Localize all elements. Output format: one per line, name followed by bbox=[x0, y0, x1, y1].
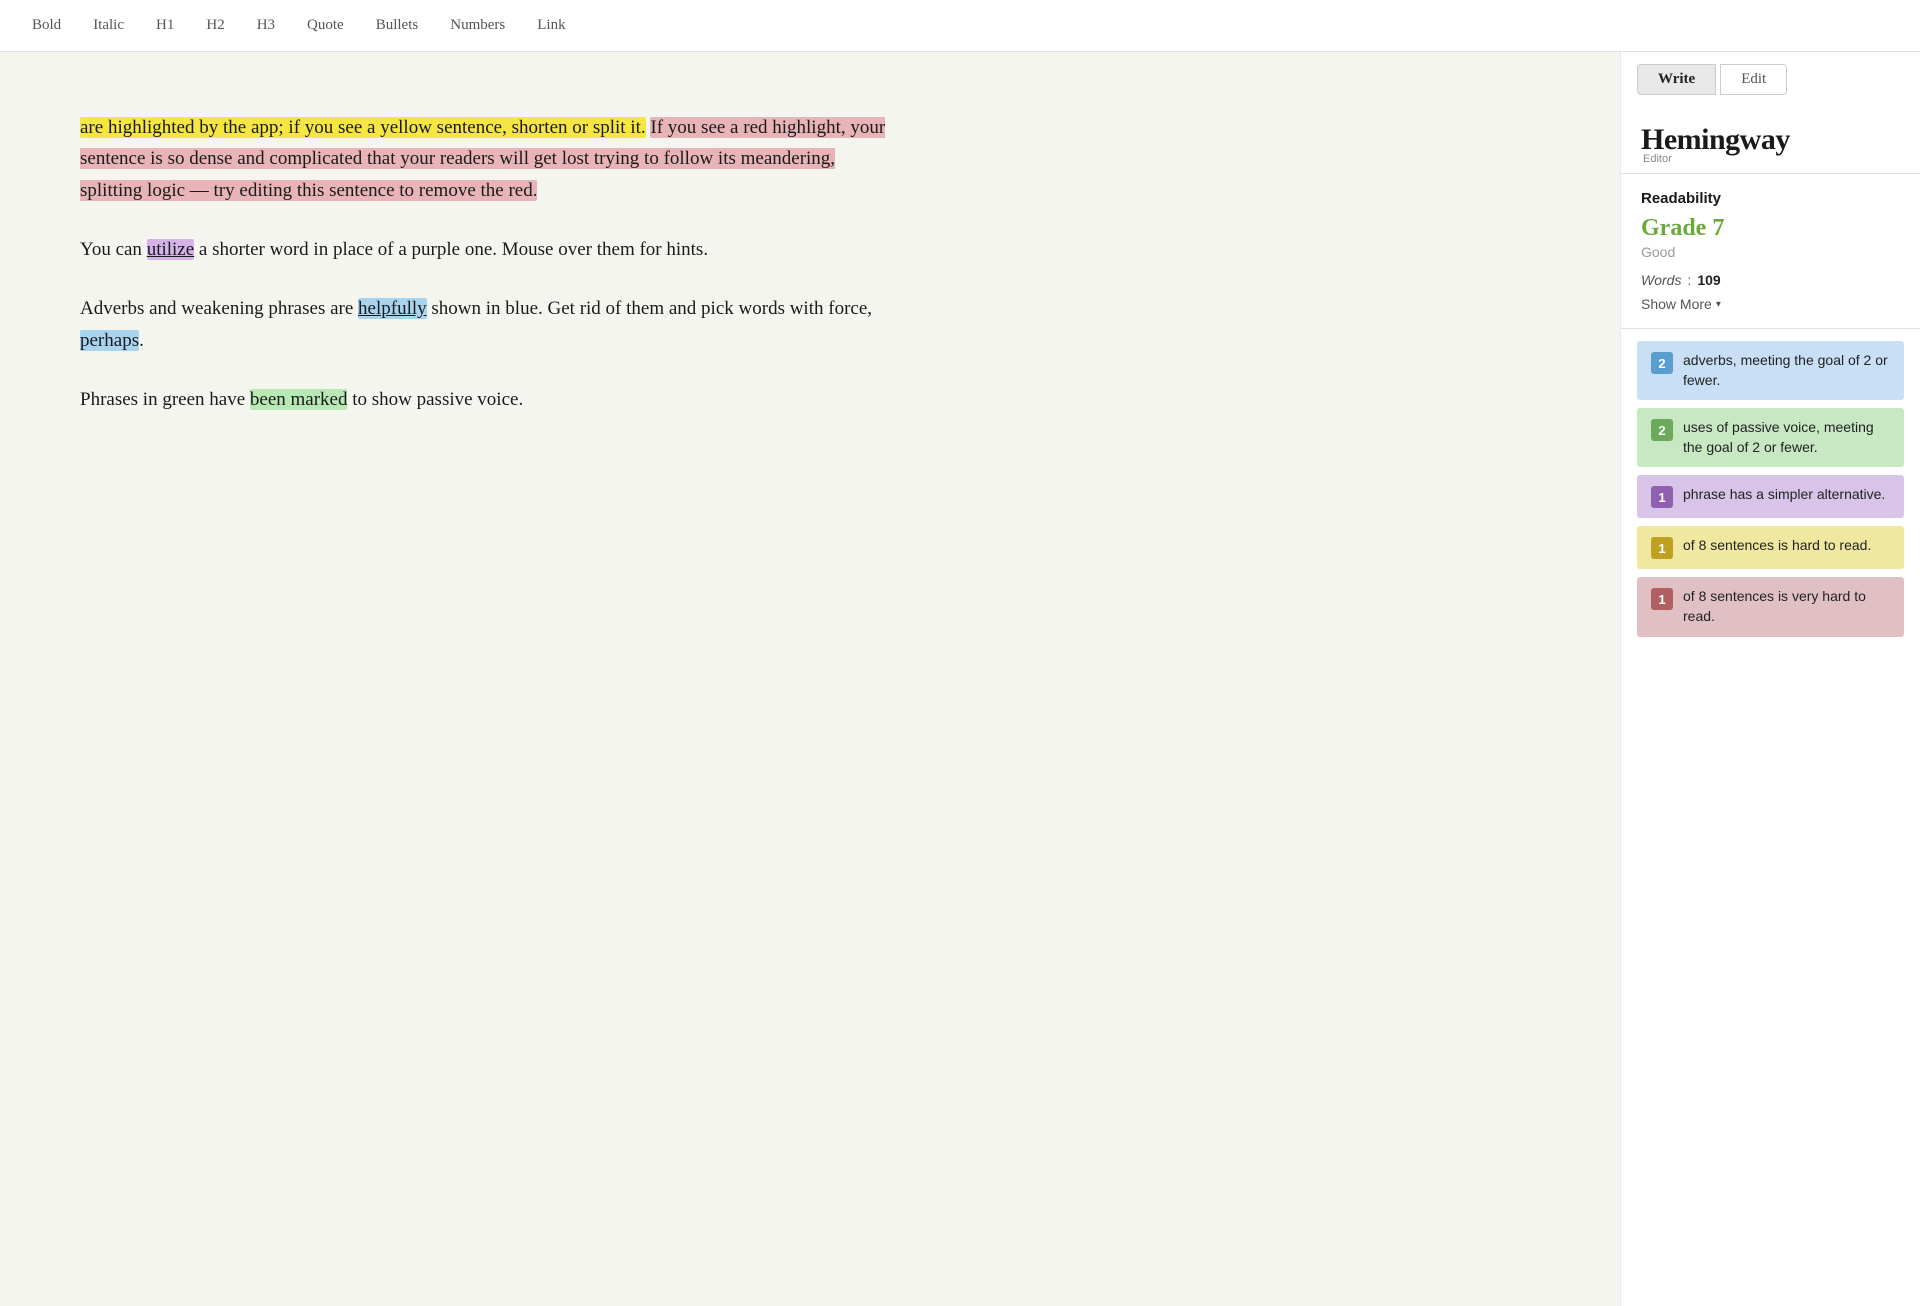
para1-yellow-highlight: are highlighted by the app; if you see a… bbox=[80, 117, 646, 138]
grade-quality: Good bbox=[1641, 244, 1900, 260]
stat-badge-adverbs: 2 bbox=[1651, 352, 1673, 374]
para3-before: Adverbs and weakening phrases are bbox=[80, 298, 358, 319]
stat-badge-hard: 1 bbox=[1651, 537, 1673, 559]
paragraph-3: Adverbs and weakening phrases are helpfu… bbox=[80, 293, 900, 356]
stat-card-simpler: 1 phrase has a simpler alternative. bbox=[1637, 475, 1904, 518]
show-more-label: Show More bbox=[1641, 296, 1712, 312]
stat-badge-passive: 2 bbox=[1651, 419, 1673, 441]
link-button[interactable]: Link bbox=[537, 13, 565, 38]
para3-blue-highlight: helpfully bbox=[358, 298, 427, 319]
main-layout: are highlighted by the app; if you see a… bbox=[0, 52, 1920, 1306]
h1-button[interactable]: H1 bbox=[156, 13, 174, 38]
paragraph-4: Phrases in green have been marked to sho… bbox=[80, 384, 900, 415]
para3-mid: shown in blue. Get rid of them and pick … bbox=[427, 298, 872, 319]
hemingway-logo: Hemingway Editor bbox=[1621, 107, 1920, 174]
toolbar: Bold Italic H1 H2 H3 Quote Bullets Numbe… bbox=[0, 0, 1920, 52]
readability-title: Readability bbox=[1641, 190, 1900, 207]
tab-write[interactable]: Write bbox=[1637, 64, 1716, 95]
numbers-button[interactable]: Numbers bbox=[450, 13, 505, 38]
stat-text-simpler: phrase has a simpler alternative. bbox=[1683, 485, 1885, 505]
words-count: 109 bbox=[1697, 272, 1720, 288]
editor-area[interactable]: are highlighted by the app; if you see a… bbox=[0, 52, 1620, 1306]
paragraph-2: You can utilize a shorter word in place … bbox=[80, 234, 900, 265]
bold-button[interactable]: Bold bbox=[32, 13, 61, 38]
para2-purple-highlight: utilize bbox=[147, 239, 194, 260]
stat-badge-very-hard: 1 bbox=[1651, 588, 1673, 610]
bullets-button[interactable]: Bullets bbox=[376, 13, 419, 38]
readability-section: Readability Grade 7 Good Words: 109 Show… bbox=[1621, 174, 1920, 329]
para3-blue2-highlight: perhaps bbox=[80, 330, 139, 351]
logo-title: Hemingway bbox=[1641, 123, 1900, 157]
para2-before: You can bbox=[80, 239, 147, 260]
words-colon: : bbox=[1687, 272, 1691, 288]
para4-green-highlight: been marked bbox=[250, 389, 348, 410]
words-row: Words: 109 bbox=[1641, 272, 1900, 288]
stat-card-hard: 1 of 8 sentences is hard to read. bbox=[1637, 526, 1904, 569]
para3-end: . bbox=[139, 330, 144, 351]
italic-button[interactable]: Italic bbox=[93, 13, 124, 38]
sidebar: Write Edit Hemingway Editor Readability … bbox=[1620, 52, 1920, 1306]
stat-badge-simpler: 1 bbox=[1651, 486, 1673, 508]
h3-button[interactable]: H3 bbox=[257, 13, 275, 38]
para2-after: a shorter word in place of a purple one.… bbox=[194, 239, 708, 260]
chevron-down-icon: ▾ bbox=[1716, 299, 1721, 310]
para4-after: to show passive voice. bbox=[347, 389, 523, 410]
stat-text-adverbs: adverbs, meeting the goal of 2 or fewer. bbox=[1683, 351, 1890, 390]
sidebar-tabs: Write Edit bbox=[1621, 52, 1920, 107]
paragraph-1: are highlighted by the app; if you see a… bbox=[80, 112, 900, 206]
tab-edit[interactable]: Edit bbox=[1720, 64, 1787, 95]
editor-content: are highlighted by the app; if you see a… bbox=[80, 112, 900, 415]
stat-card-adverbs: 2 adverbs, meeting the goal of 2 or fewe… bbox=[1637, 341, 1904, 400]
stat-text-hard: of 8 sentences is hard to read. bbox=[1683, 536, 1871, 556]
quote-button[interactable]: Quote bbox=[307, 13, 344, 38]
stats-section: 2 adverbs, meeting the goal of 2 or fewe… bbox=[1621, 329, 1920, 649]
show-more-button[interactable]: Show More ▾ bbox=[1641, 296, 1721, 312]
h2-button[interactable]: H2 bbox=[206, 13, 224, 38]
stat-card-very-hard: 1 of 8 sentences is very hard to read. bbox=[1637, 577, 1904, 636]
stat-text-very-hard: of 8 sentences is very hard to read. bbox=[1683, 587, 1890, 626]
stat-text-passive: uses of passive voice, meeting the goal … bbox=[1683, 418, 1890, 457]
grade-label: Grade 7 bbox=[1641, 215, 1900, 242]
stat-card-passive: 2 uses of passive voice, meeting the goa… bbox=[1637, 408, 1904, 467]
para4-before: Phrases in green have bbox=[80, 389, 250, 410]
words-label: Words bbox=[1641, 272, 1681, 288]
